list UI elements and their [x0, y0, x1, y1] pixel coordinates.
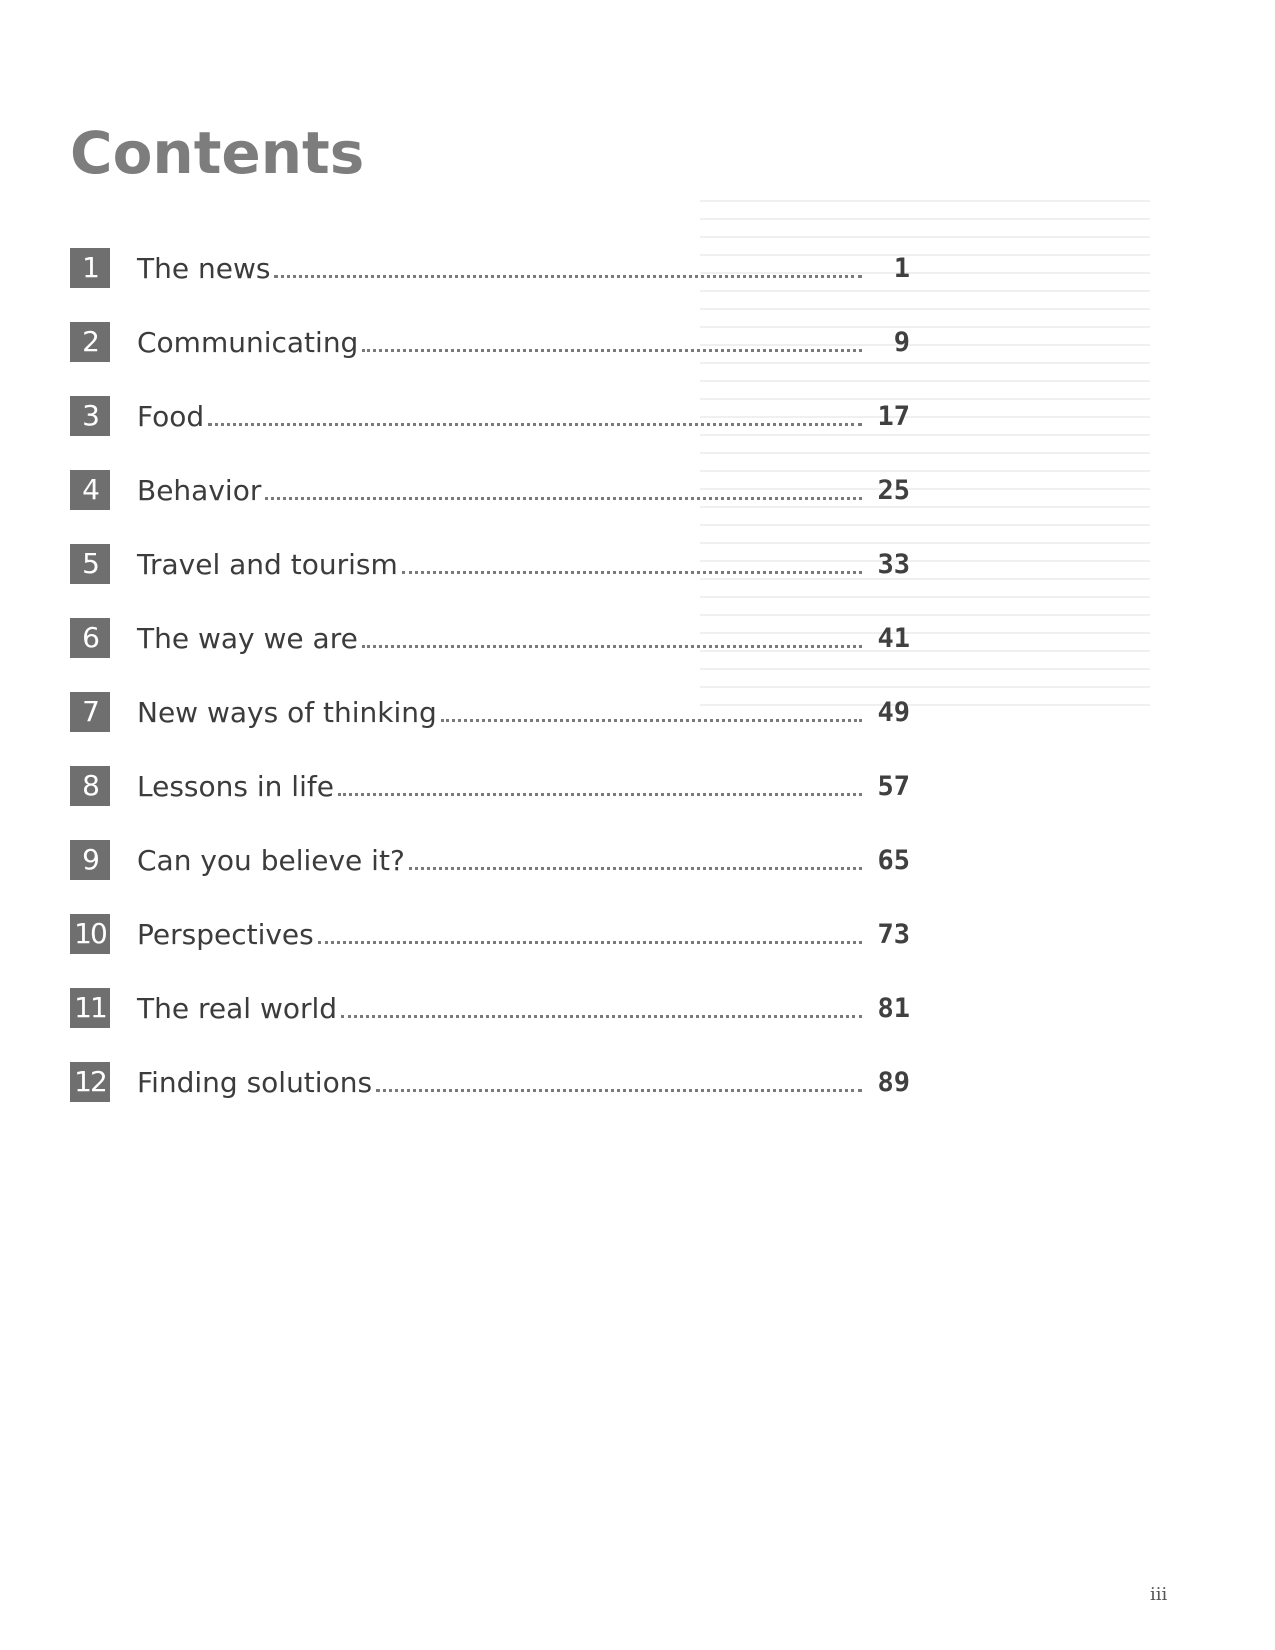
footer-page-number: iii: [1150, 1584, 1168, 1605]
unit-title: Behavior: [137, 473, 262, 507]
page-title: Contents: [70, 119, 365, 187]
unit-number-badge: 1: [70, 248, 110, 288]
unit-page-number: 57: [877, 770, 910, 802]
unit-page-number: 25: [877, 474, 910, 506]
unit-page-number: 1: [893, 252, 910, 284]
dot-leader: [317, 941, 862, 944]
dot-leader: [376, 1089, 862, 1092]
unit-title: The way we are: [137, 621, 358, 655]
dot-leader: [341, 1015, 862, 1018]
unit-title: New ways of thinking: [137, 695, 437, 729]
unit-number-badge: 6: [70, 618, 110, 658]
table-of-contents: 1 The news 1 2 Communicating 9 3 Food 17…: [70, 248, 910, 1136]
unit-title: The news: [137, 251, 271, 285]
toc-entry-2[interactable]: 2 Communicating 9: [70, 322, 910, 362]
unit-page-number: 9: [893, 326, 910, 358]
dot-leader: [401, 571, 862, 574]
dot-leader: [337, 793, 862, 796]
unit-number-badge: 3: [70, 396, 110, 436]
unit-page-number: 41: [877, 622, 910, 654]
unit-number-badge: 7: [70, 692, 110, 732]
unit-title: Lessons in life: [137, 769, 334, 803]
toc-entry-11[interactable]: 11 The real world 81: [70, 988, 910, 1028]
unit-title: Communicating: [137, 325, 359, 359]
toc-entry-5[interactable]: 5 Travel and tourism 33: [70, 544, 910, 584]
dot-leader: [208, 423, 862, 426]
toc-entry-8[interactable]: 8 Lessons in life 57: [70, 766, 910, 806]
unit-page-number: 73: [877, 918, 910, 950]
unit-title: Food: [137, 399, 205, 433]
unit-page-number: 33: [877, 548, 910, 580]
unit-title: Perspectives: [137, 917, 314, 951]
dot-leader: [361, 645, 862, 648]
dot-leader: [408, 867, 862, 870]
toc-entry-6[interactable]: 6 The way we are 41: [70, 618, 910, 658]
unit-page-number: 17: [877, 400, 910, 432]
toc-entry-3[interactable]: 3 Food 17: [70, 396, 910, 436]
unit-title: Can you believe it?: [137, 843, 405, 877]
dot-leader: [440, 719, 862, 722]
unit-title: Finding solutions: [137, 1065, 373, 1099]
unit-number-badge: 2: [70, 322, 110, 362]
toc-entry-9[interactable]: 9 Can you believe it? 65: [70, 840, 910, 880]
unit-title: Travel and tourism: [137, 547, 398, 581]
toc-entry-12[interactable]: 12 Finding solutions 89: [70, 1062, 910, 1102]
unit-number-badge: 11: [70, 988, 110, 1028]
dot-leader: [265, 497, 862, 500]
unit-title: The real world: [137, 991, 338, 1025]
unit-number-badge: 10: [70, 914, 110, 954]
toc-entry-4[interactable]: 4 Behavior 25: [70, 470, 910, 510]
unit-number-badge: 4: [70, 470, 110, 510]
toc-entry-10[interactable]: 10 Perspectives 73: [70, 914, 910, 954]
dot-leader: [362, 349, 862, 352]
unit-number-badge: 8: [70, 766, 110, 806]
unit-number-badge: 5: [70, 544, 110, 584]
unit-page-number: 89: [877, 1066, 910, 1098]
toc-entry-1[interactable]: 1 The news 1: [70, 248, 910, 288]
unit-page-number: 49: [877, 696, 910, 728]
unit-page-number: 81: [877, 992, 910, 1024]
toc-entry-7[interactable]: 7 New ways of thinking 49: [70, 692, 910, 732]
dot-leader: [274, 275, 862, 278]
unit-number-badge: 9: [70, 840, 110, 880]
unit-number-badge: 12: [70, 1062, 110, 1102]
unit-page-number: 65: [877, 844, 910, 876]
